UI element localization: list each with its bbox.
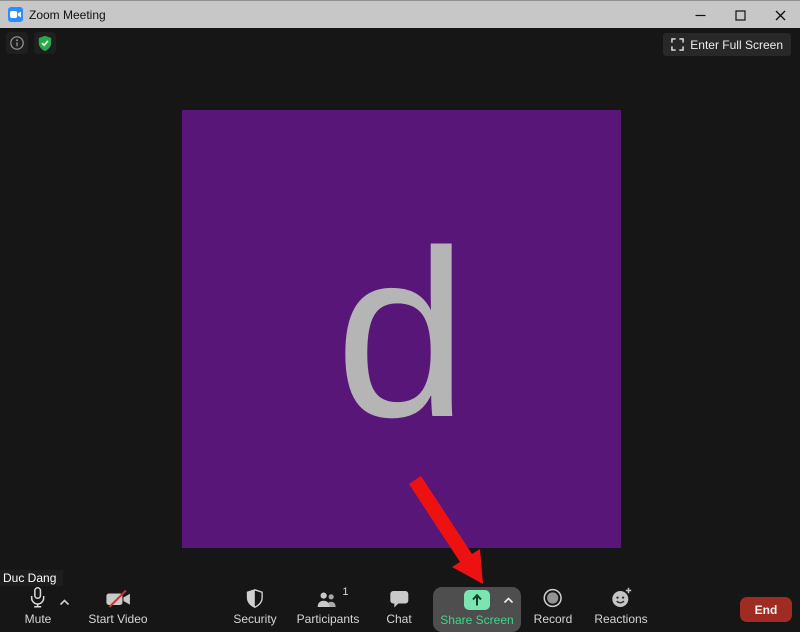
security-label: Security	[233, 612, 276, 626]
microphone-icon	[30, 587, 46, 608]
close-button[interactable]	[760, 1, 800, 29]
participants-count-badge: 1	[342, 586, 348, 598]
window-controls	[680, 1, 800, 29]
start-video-button[interactable]: Start Video	[88, 588, 147, 626]
mute-options-chevron-icon[interactable]	[59, 599, 70, 606]
security-shield-icon	[246, 589, 263, 608]
share-options-chevron-icon[interactable]	[503, 597, 514, 604]
record-label: Record	[534, 612, 573, 626]
maximize-button[interactable]	[720, 1, 760, 29]
record-button[interactable]: Record	[534, 588, 573, 626]
participants-button[interactable]: 1 Participants	[297, 588, 360, 626]
reactions-smiley-icon	[610, 587, 632, 608]
end-meeting-button[interactable]: End	[740, 597, 792, 622]
window-title: Zoom Meeting	[29, 8, 106, 22]
close-icon	[775, 10, 786, 21]
participants-label: Participants	[297, 612, 360, 626]
start-video-label: Start Video	[88, 612, 147, 626]
reactions-button[interactable]: Reactions	[594, 588, 647, 626]
encryption-shield-icon	[37, 35, 53, 52]
share-screen-button[interactable]: Share Screen	[433, 587, 521, 632]
mute-label: Mute	[25, 612, 52, 626]
avatar-letter: d	[335, 216, 467, 454]
zoom-meeting-window: Zoom Meeting	[0, 0, 800, 632]
titlebar: Zoom Meeting	[0, 0, 800, 28]
fullscreen-icon	[671, 38, 684, 51]
info-icon	[9, 35, 25, 51]
participants-icon	[315, 591, 340, 608]
chat-label: Chat	[386, 612, 411, 626]
meeting-info-button[interactable]	[6, 32, 28, 54]
mute-button[interactable]: Mute	[25, 588, 52, 626]
maximize-icon	[735, 10, 746, 21]
arrow-up-icon	[471, 593, 483, 607]
participant-name-label: Duc Dang	[0, 570, 63, 586]
record-icon	[543, 588, 563, 608]
chat-button[interactable]: Chat	[386, 588, 411, 626]
share-screen-label: Share Screen	[440, 613, 513, 627]
chat-bubble-icon	[389, 590, 409, 608]
video-camera-off-icon	[105, 590, 131, 608]
reactions-label: Reactions	[594, 612, 647, 626]
zoom-app-icon	[8, 7, 23, 22]
security-button[interactable]: Security	[233, 588, 276, 626]
share-screen-icon	[464, 590, 490, 610]
encryption-status-button[interactable]	[34, 32, 56, 54]
camera-glyph	[10, 11, 21, 18]
minimize-icon	[695, 10, 706, 21]
minimize-button[interactable]	[680, 1, 720, 29]
participant-video-tile: d	[182, 110, 621, 548]
enter-full-screen-button[interactable]: Enter Full Screen	[663, 33, 791, 56]
fullscreen-label: Enter Full Screen	[690, 38, 783, 52]
